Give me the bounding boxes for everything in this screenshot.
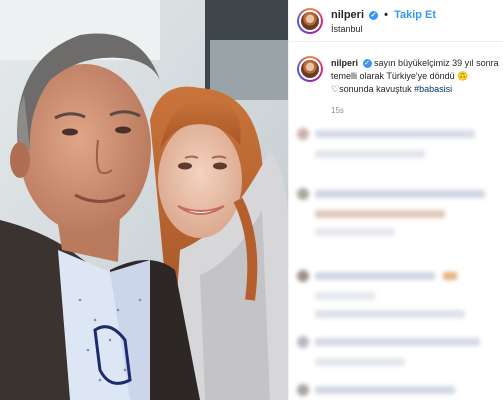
- comment-avatar: [297, 188, 309, 200]
- profile-avatar[interactable]: [297, 8, 323, 34]
- header-separator: •: [384, 9, 388, 21]
- location-link[interactable]: İstanbul: [331, 24, 363, 34]
- header-username[interactable]: nilperi: [331, 9, 364, 21]
- post-side-panel: nilperi ✓ • Takip Et İstanbul nilperi ✓ …: [288, 0, 503, 400]
- blurred-comments: [289, 122, 503, 400]
- comment-avatar: [297, 128, 309, 140]
- comment-row: [297, 290, 497, 302]
- comment-row: [297, 188, 497, 200]
- post-photo[interactable]: [0, 0, 288, 400]
- caption-block: nilperi ✓ sayın büyükelçimiz 39 yıl sonr…: [289, 50, 503, 120]
- comment-text-bar: [315, 358, 405, 366]
- header-username-line: nilperi ✓ • Takip Et: [331, 9, 436, 21]
- comment-avatar: [297, 336, 309, 348]
- caption-text: nilperi ✓ sayın büyükelçimiz 39 yıl sonr…: [331, 57, 499, 96]
- comment-row: [297, 128, 497, 140]
- comment-text-bar: [315, 310, 465, 318]
- comment-row: [297, 336, 497, 348]
- caption-avatar[interactable]: [297, 56, 323, 82]
- comment-emoji-bar: [443, 272, 457, 280]
- follow-button[interactable]: Takip Et: [394, 9, 436, 21]
- comment-row: [297, 270, 497, 282]
- verified-badge-icon: ✓: [362, 59, 372, 68]
- comment-avatar: [297, 384, 309, 396]
- comment-row: [297, 226, 497, 238]
- verified-badge-icon: ✓: [369, 11, 379, 20]
- hashtag-link[interactable]: #babasisi: [414, 84, 452, 94]
- comment-row: [297, 308, 497, 320]
- selfie-image: [0, 0, 288, 400]
- comment-row: [297, 208, 497, 220]
- comment-text-bar: [315, 228, 395, 236]
- comment-text-bar: [315, 190, 485, 198]
- post-timestamp: 15s: [331, 106, 344, 115]
- comment-row: [297, 356, 497, 368]
- comment-text-bar: [315, 338, 480, 346]
- comment-avatar: [297, 270, 309, 282]
- caption-username[interactable]: nilperi: [331, 58, 358, 68]
- comment-text-bar: [315, 210, 445, 218]
- comment-text-bar: [315, 272, 435, 280]
- comment-row: [297, 148, 497, 160]
- comment-text-bar: [315, 150, 425, 158]
- comment-text-bar: [315, 292, 375, 300]
- post-header: nilperi ✓ • Takip Et İstanbul: [289, 0, 503, 42]
- comment-text-bar: [315, 386, 455, 394]
- comment-text-bar: [315, 130, 475, 138]
- comment-row: [297, 384, 497, 396]
